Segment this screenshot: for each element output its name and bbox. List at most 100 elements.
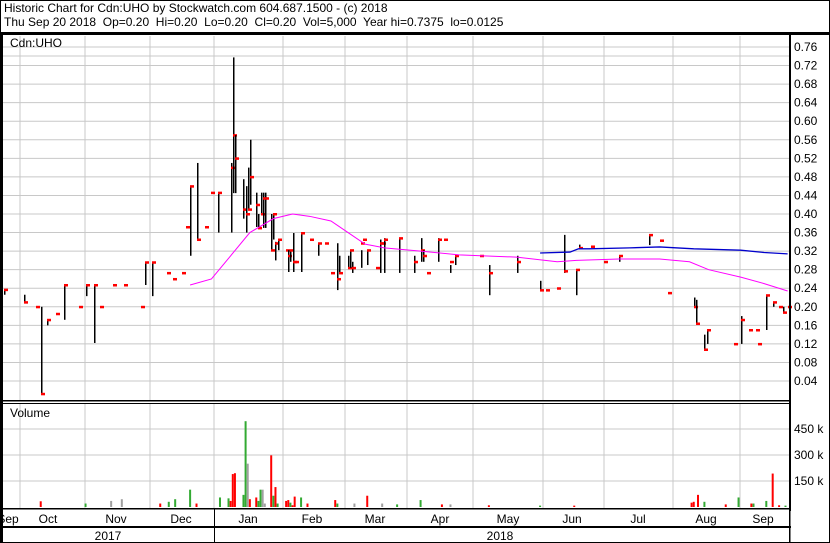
price-bar — [261, 192, 263, 214]
volume-bar — [690, 502, 693, 507]
close-tick — [325, 242, 329, 245]
left-border — [0, 32, 3, 543]
close-tick — [649, 233, 653, 237]
price-bar — [318, 243, 320, 256]
price-bar — [348, 255, 350, 268]
close-tick — [779, 305, 783, 309]
volume-bar — [272, 495, 275, 507]
price-bar — [339, 255, 341, 273]
close-tick — [301, 232, 305, 235]
close-tick — [250, 175, 254, 179]
volume-bar — [227, 498, 230, 507]
close-tick — [660, 239, 664, 242]
close-tick — [47, 318, 51, 322]
close-tick — [248, 208, 252, 211]
volume-bar — [306, 503, 309, 507]
close-tick — [167, 271, 171, 275]
volume-bar — [289, 502, 292, 507]
price-tick-label: 0.20 — [794, 300, 818, 314]
close-tick — [271, 249, 275, 252]
header-divider — [0, 32, 830, 35]
close-tick — [331, 271, 335, 275]
month-label: May — [497, 512, 520, 526]
close-tick — [707, 329, 711, 332]
close-tick — [758, 342, 762, 346]
close-tick — [704, 348, 708, 351]
stock-chart: Cdn:UHO Volume 0.040.080.120.160.200.240… — [0, 32, 830, 543]
volume-bar — [159, 503, 162, 507]
price-bar — [94, 284, 96, 343]
volume-bar — [697, 494, 700, 507]
month-label: Jun — [562, 512, 581, 526]
price-bar — [438, 238, 440, 262]
close-tick — [517, 260, 521, 264]
price-bar — [450, 265, 452, 273]
price-bar — [576, 269, 578, 296]
close-tick — [414, 260, 418, 264]
close-tick — [41, 392, 45, 396]
price-bar — [273, 214, 275, 240]
volume-bar — [291, 505, 294, 507]
close-tick — [399, 237, 403, 240]
price-bar — [190, 186, 192, 256]
close-tick — [124, 283, 128, 287]
price-bars — [4, 57, 792, 396]
price-tick-label: 0.28 — [794, 263, 818, 277]
volume-tick-label: 150 k — [794, 474, 824, 488]
price-bar — [243, 179, 245, 219]
volume-tick-label: 450 k — [794, 422, 824, 436]
close-tick — [145, 261, 149, 264]
close-tick — [190, 185, 194, 188]
close-tick — [64, 283, 68, 287]
price-bar — [337, 243, 339, 291]
close-tick — [100, 305, 104, 309]
price-bar — [278, 239, 280, 251]
price-bar — [367, 250, 369, 266]
close-tick — [182, 271, 186, 275]
close-tick — [186, 225, 190, 229]
moving-average-long — [540, 246, 788, 255]
grid — [3, 36, 790, 508]
close-tick — [173, 277, 177, 281]
volume-bar — [752, 503, 755, 507]
close-tick — [79, 305, 83, 309]
volume-bar — [167, 501, 170, 507]
panel-borders — [0, 32, 830, 543]
close-tick — [205, 225, 209, 229]
axis-labels: 0.04 0.08 0.12 0.16 0.20 0.24 0.28 0.32 0.36 0.40… — [0, 40, 824, 543]
axis-line — [0, 526, 791, 528]
volume-bar — [246, 463, 249, 507]
volume-bar — [300, 497, 303, 507]
price-bar — [64, 284, 66, 320]
volume-bar — [274, 487, 277, 507]
volume-bar — [440, 504, 443, 507]
close-tick — [450, 260, 454, 264]
price-bar — [707, 330, 709, 344]
price-tick-label: 0.56 — [794, 133, 818, 147]
volume-bar — [396, 504, 399, 507]
price-tick-label: 0.72 — [794, 59, 818, 73]
price-bar — [288, 250, 290, 272]
month-label: Aug — [695, 512, 716, 526]
moving-average-short — [189, 213, 788, 292]
close-tick — [4, 288, 8, 292]
close-tick — [444, 238, 448, 242]
price-bar — [152, 262, 154, 297]
volume-bar — [84, 503, 87, 507]
volume-tick-label: 300 k — [794, 448, 824, 462]
volume-bar — [255, 497, 258, 507]
volume-bar — [270, 455, 273, 507]
price-bar — [290, 250, 292, 262]
price-bar — [489, 265, 491, 296]
price-tick-label: 0.76 — [794, 40, 818, 54]
close-tick — [273, 213, 277, 216]
close-tick — [337, 277, 341, 281]
volume-bar — [229, 500, 232, 507]
close-tick — [36, 305, 40, 309]
close-tick — [423, 254, 427, 258]
volume-bar — [449, 504, 452, 507]
close-tick — [773, 301, 777, 304]
volume-bar — [174, 499, 177, 507]
price-tick-label: 0.44 — [794, 188, 818, 202]
price-bar — [399, 238, 401, 273]
